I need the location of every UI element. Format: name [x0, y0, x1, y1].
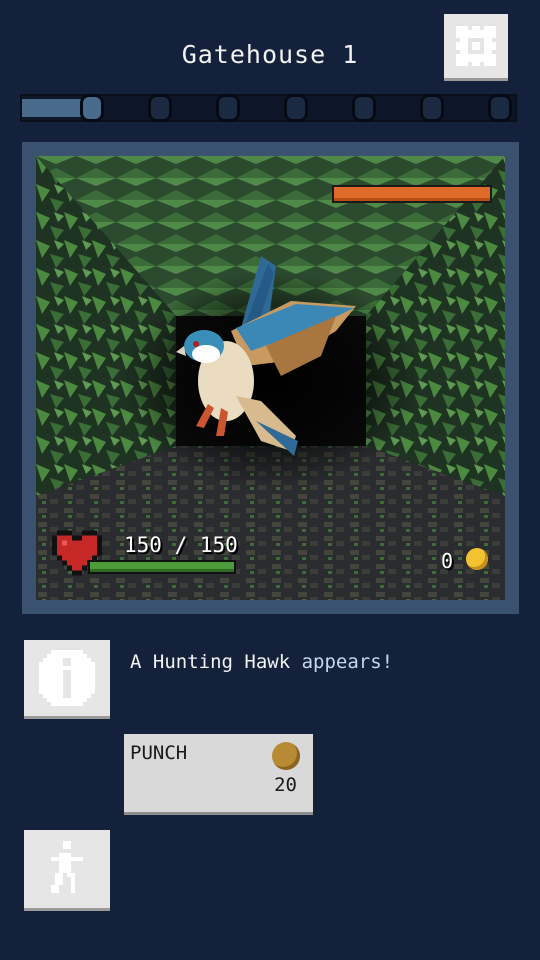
- enemy-health-bar: [334, 187, 490, 201]
- action-label: PUNCH: [130, 742, 188, 764]
- coin-icon: [466, 548, 488, 570]
- brown-orb-icon: [272, 742, 300, 770]
- player-health-fill: [90, 562, 234, 572]
- action-cost: 20: [274, 774, 297, 796]
- flee-button[interactable]: [24, 830, 110, 908]
- gold-count: 0: [441, 549, 454, 573]
- gear-icon: [456, 26, 496, 66]
- progress-node: [148, 94, 172, 122]
- progress-node: [488, 94, 512, 122]
- message-enemy-text: A Hunting Hawk: [130, 651, 291, 673]
- dungeon-corridor: [36, 156, 505, 600]
- progress-node: [420, 94, 444, 122]
- running-figure-icon: [51, 841, 83, 893]
- battle-log-message: A Hunting Hawk appears!: [130, 651, 393, 673]
- progress-node: [284, 94, 308, 122]
- dungeon-progress-bar: [20, 94, 517, 122]
- progress-node: [216, 94, 240, 122]
- player-health-bar: [88, 560, 236, 574]
- progress-node: [352, 94, 376, 122]
- progress-node: [80, 94, 104, 122]
- settings-button[interactable]: [444, 14, 508, 78]
- info-icon: [39, 650, 95, 706]
- player-hp-text: 150 / 150: [124, 533, 238, 557]
- info-button[interactable]: [24, 640, 110, 716]
- message-suffix: appears!: [290, 651, 394, 673]
- punch-action-button[interactable]: PUNCH 20: [124, 734, 313, 812]
